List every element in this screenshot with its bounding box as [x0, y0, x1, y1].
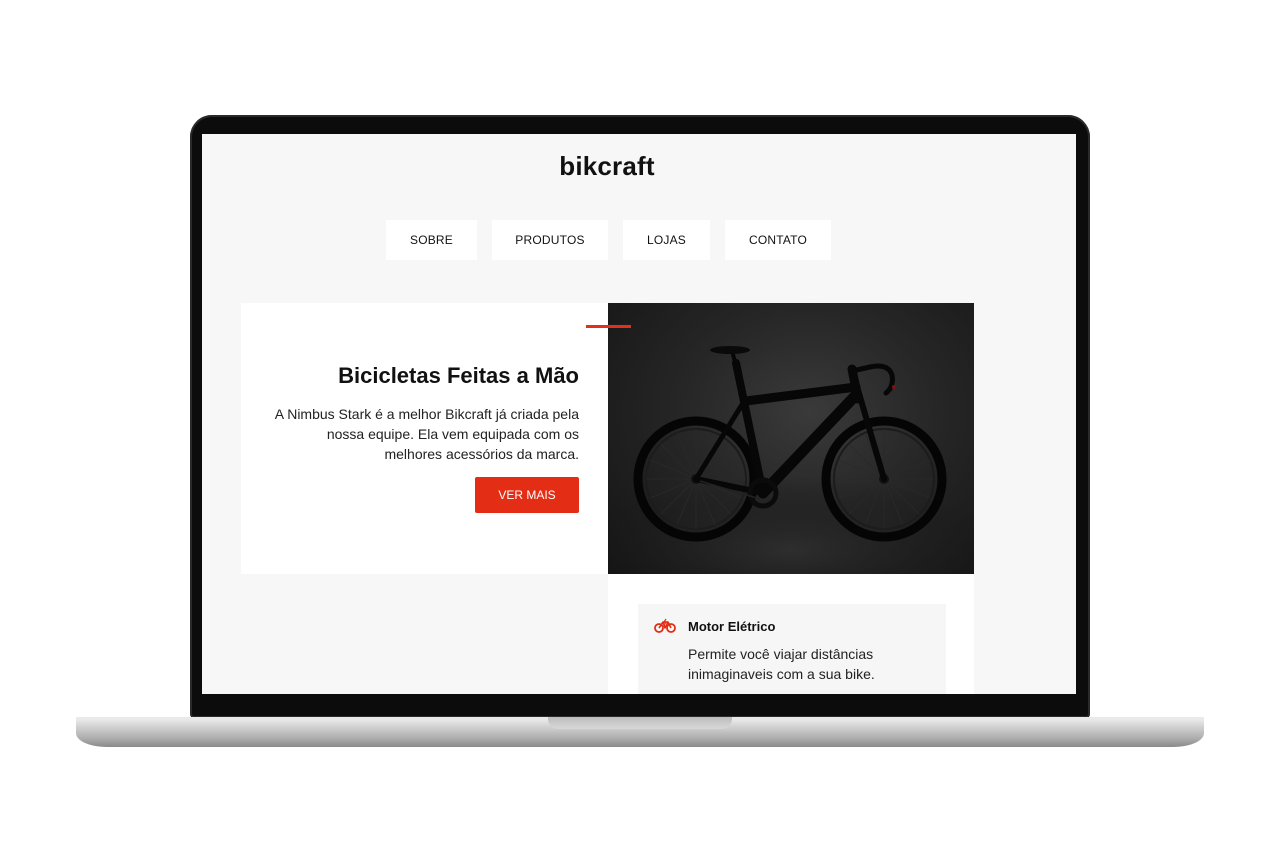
browser-viewport: bikcraft SOBRE PRODUTOS LOJAS CONTATO Bi… — [202, 134, 1076, 694]
nav-item-produtos[interactable]: PRODUTOS — [492, 220, 608, 260]
hero-intro: Bicicletas Feitas a Mão A Nimbus Stark é… — [241, 303, 608, 574]
features-panel: Motor Elétrico Permite você viajar distâ… — [608, 574, 974, 694]
hero-description: A Nimbus Stark é a melhor Bikcraft já cr… — [274, 406, 579, 462]
bicycle-illustration — [608, 346, 974, 574]
electric-bike-icon — [654, 618, 676, 634]
feature-description: Permite você viajar distâncias inimagina… — [688, 646, 875, 682]
laptop-notch — [548, 717, 732, 729]
site-logo[interactable]: bikcraft — [202, 151, 1012, 182]
hero-accent-line — [586, 325, 631, 328]
main-nav: SOBRE PRODUTOS LOJAS CONTATO — [386, 220, 831, 260]
bicycle-photo — [608, 303, 974, 574]
nav-item-sobre[interactable]: SOBRE — [386, 220, 477, 260]
hero-title: Bicicletas Feitas a Mão — [338, 363, 579, 388]
feature-title: Motor Elétrico — [688, 619, 776, 634]
feature-card: Motor Elétrico Permite você viajar distâ… — [638, 604, 946, 694]
ver-mais-button[interactable]: VER MAIS — [475, 477, 579, 513]
nav-item-contato[interactable]: CONTATO — [725, 220, 831, 260]
nav-item-lojas[interactable]: LOJAS — [623, 220, 710, 260]
